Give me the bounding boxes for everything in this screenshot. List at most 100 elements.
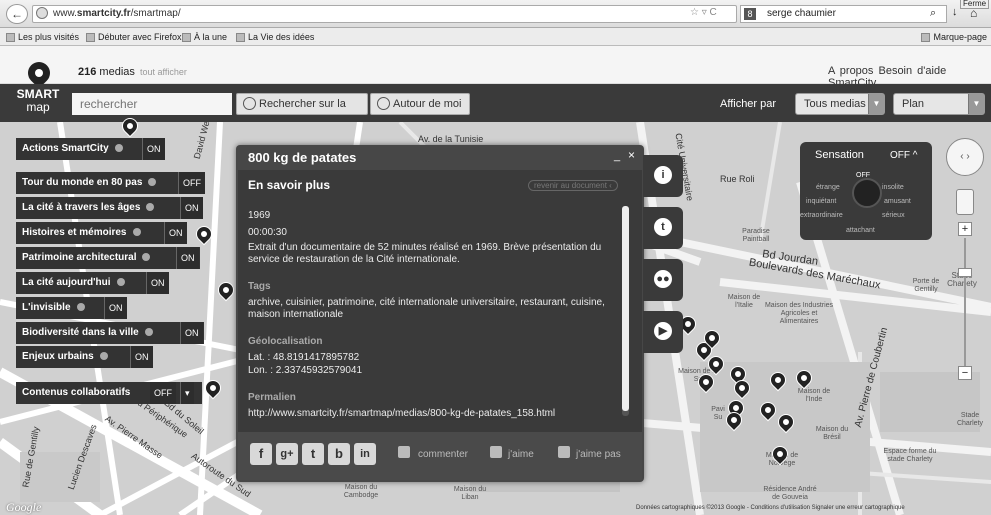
comment-icon[interactable] — [398, 446, 410, 458]
search-icon — [243, 97, 256, 110]
layer-state[interactable]: ON — [104, 297, 127, 319]
layer-state[interactable]: ON — [164, 222, 187, 244]
around-me-button[interactable]: Autour de moi — [370, 93, 470, 115]
bookmark-item[interactable]: La Vie des idées — [236, 28, 314, 46]
media-filter-select[interactable]: Tous medias ▼ — [795, 93, 885, 115]
layer-toggle[interactable]: Biodiversité dans la ville ON — [16, 322, 204, 344]
zoom-slider-knob[interactable] — [958, 268, 972, 277]
sensation-label[interactable]: sérieux — [882, 212, 905, 219]
sensation-label[interactable]: insolite — [882, 184, 904, 191]
layer-label: Contenus collaboratifs — [22, 387, 131, 398]
info-tab[interactable]: i — [643, 155, 683, 197]
chevron-down-icon: ▼ — [968, 94, 984, 114]
pegman-icon[interactable] — [956, 189, 974, 215]
twitter-tab[interactable]: t — [643, 207, 683, 249]
layer-toggle[interactable]: Contenus collaboratifs OFF ▾ — [16, 382, 202, 404]
layer-toggle[interactable]: Patrimoine architectural ON — [16, 247, 200, 269]
layer-state[interactable]: ON — [142, 138, 165, 160]
place-label: Maison de l'Italie — [727, 294, 761, 309]
zoom-slider[interactable] — [964, 238, 966, 366]
search-engine-icon[interactable]: 8 — [744, 8, 756, 20]
firefox-icon — [86, 33, 95, 43]
facebook-icon[interactable]: f — [250, 443, 272, 465]
thumbs-up-icon[interactable] — [490, 446, 502, 458]
sensation-label[interactable]: extraordinaire — [800, 212, 843, 219]
show-all-link[interactable]: tout afficher — [140, 67, 187, 77]
wheel-off-label: OFF — [856, 172, 870, 179]
place-label: Espace forme du stade Charlety — [883, 448, 937, 463]
feed-icon — [236, 33, 245, 43]
back-to-document-link[interactable]: revenir au document ‹ — [528, 180, 618, 191]
layer-label: Actions SmartCity — [22, 143, 109, 154]
bookmarks-menu[interactable]: Marque-page — [921, 28, 987, 46]
layer-state[interactable]: ON — [130, 346, 153, 368]
bookmarks-bar: Les plus visités Débuter avec Firefox À … — [0, 28, 991, 46]
layer-label: La cité à travers les âges — [22, 202, 141, 213]
sensation-label[interactable]: inquiétant — [806, 198, 836, 205]
bookmark-label: La Vie des idées — [248, 32, 315, 42]
layer-state[interactable]: ON — [146, 272, 169, 294]
thumbs-down-icon[interactable] — [558, 446, 570, 458]
map-type-select[interactable]: Plan ▼ — [893, 93, 985, 115]
sensation-label[interactable]: attachant — [846, 227, 875, 234]
layer-state[interactable]: ON — [176, 247, 199, 269]
about-link[interactable]: A propos — [828, 65, 873, 77]
sensation-toggle[interactable]: OFF ^ — [890, 150, 917, 161]
youtube-tab[interactable]: ▶ — [643, 311, 683, 353]
layer-toggle[interactable]: Tour du monde en 80 pas OFF — [16, 172, 205, 194]
bookmark-item[interactable]: Les plus visités — [6, 28, 79, 46]
layer-toggle[interactable]: La cité à travers les âges ON — [16, 197, 203, 219]
layer-toggle[interactable]: Histoires et mémoires ON — [16, 222, 187, 244]
layer-state[interactable]: ON — [180, 197, 203, 219]
globe-icon — [36, 7, 48, 19]
flickr-tab[interactable]: ●● — [643, 259, 683, 301]
zoom-in-button[interactable]: + — [958, 222, 972, 236]
bookmark-item[interactable]: À la une — [182, 28, 227, 46]
chevron-down-icon[interactable]: ▾ — [180, 382, 194, 404]
info-icon: i — [654, 166, 672, 184]
google-logo: Google — [6, 500, 42, 514]
close-tab-button[interactable]: Ferme — [960, 0, 990, 9]
bookmark-star-icon[interactable]: ☆ ▿ C — [690, 7, 717, 18]
pan-control[interactable]: ‹ › — [946, 138, 984, 176]
search-input[interactable] — [72, 93, 232, 115]
scrollbar-thumb[interactable] — [622, 206, 629, 411]
layer-toggle[interactable]: L'invisible ON — [16, 297, 127, 319]
minimize-icon[interactable]: _ — [614, 150, 620, 162]
sensation-label[interactable]: amusant — [884, 198, 911, 205]
bookmark-item[interactable]: Débuter avec Firefox — [86, 28, 182, 46]
sensation-wheel[interactable] — [852, 178, 882, 208]
help-link[interactable]: Besoin d'aide — [878, 65, 946, 77]
latitude: Lat. : 48.8191417895782 — [248, 352, 360, 363]
back-arrow-icon[interactable]: ← — [6, 4, 28, 24]
layer-toggle[interactable]: La cité aujourd'hui ON — [16, 272, 169, 294]
url-field[interactable]: www.smartcity.fr/smartmap/ — [32, 5, 737, 23]
popup-section-title: En savoir plus — [248, 178, 331, 192]
permalink[interactable]: http://www.smartcity.fr/smartmap/medias/… — [248, 408, 618, 420]
browser-search-field[interactable]: serge chaumier — [740, 5, 947, 23]
google-plus-icon[interactable]: g+ — [276, 443, 298, 465]
zoom-out-button[interactable]: − — [958, 366, 972, 380]
smartmap-logo[interactable]: SMART map — [8, 88, 68, 120]
linkedin-icon[interactable]: in — [354, 443, 376, 465]
blogger-icon[interactable]: b — [328, 443, 350, 465]
layer-toggle[interactable]: Actions SmartCity ON — [16, 138, 165, 160]
layer-state[interactable]: ON — [180, 322, 203, 344]
twitter-icon[interactable]: t — [302, 443, 324, 465]
layer-toggle[interactable]: Enjeux urbains ON — [16, 346, 153, 368]
media-duration: 00:00:30 — [248, 227, 287, 238]
dislike-button[interactable]: j'aime pas — [576, 449, 621, 460]
comment-button[interactable]: commenter — [418, 449, 468, 460]
search-icon[interactable]: ⌕ — [930, 7, 936, 20]
sensation-label[interactable]: étrange — [816, 184, 840, 191]
layer-state[interactable]: OFF — [150, 382, 176, 404]
search-area-button[interactable]: Rechercher sur la — [236, 93, 368, 115]
close-icon[interactable]: × — [628, 148, 635, 162]
download-icon[interactable]: ↓ — [952, 6, 958, 18]
toggle-dot-icon — [99, 352, 108, 361]
map-attribution[interactable]: Données cartographiques ©2013 Google - C… — [636, 505, 905, 511]
layer-state[interactable]: OFF — [178, 172, 205, 194]
place-label: Porte de Gentilly — [912, 278, 940, 293]
like-button[interactable]: j'aime — [508, 449, 534, 460]
around-me-label: Autour de moi — [393, 98, 462, 110]
